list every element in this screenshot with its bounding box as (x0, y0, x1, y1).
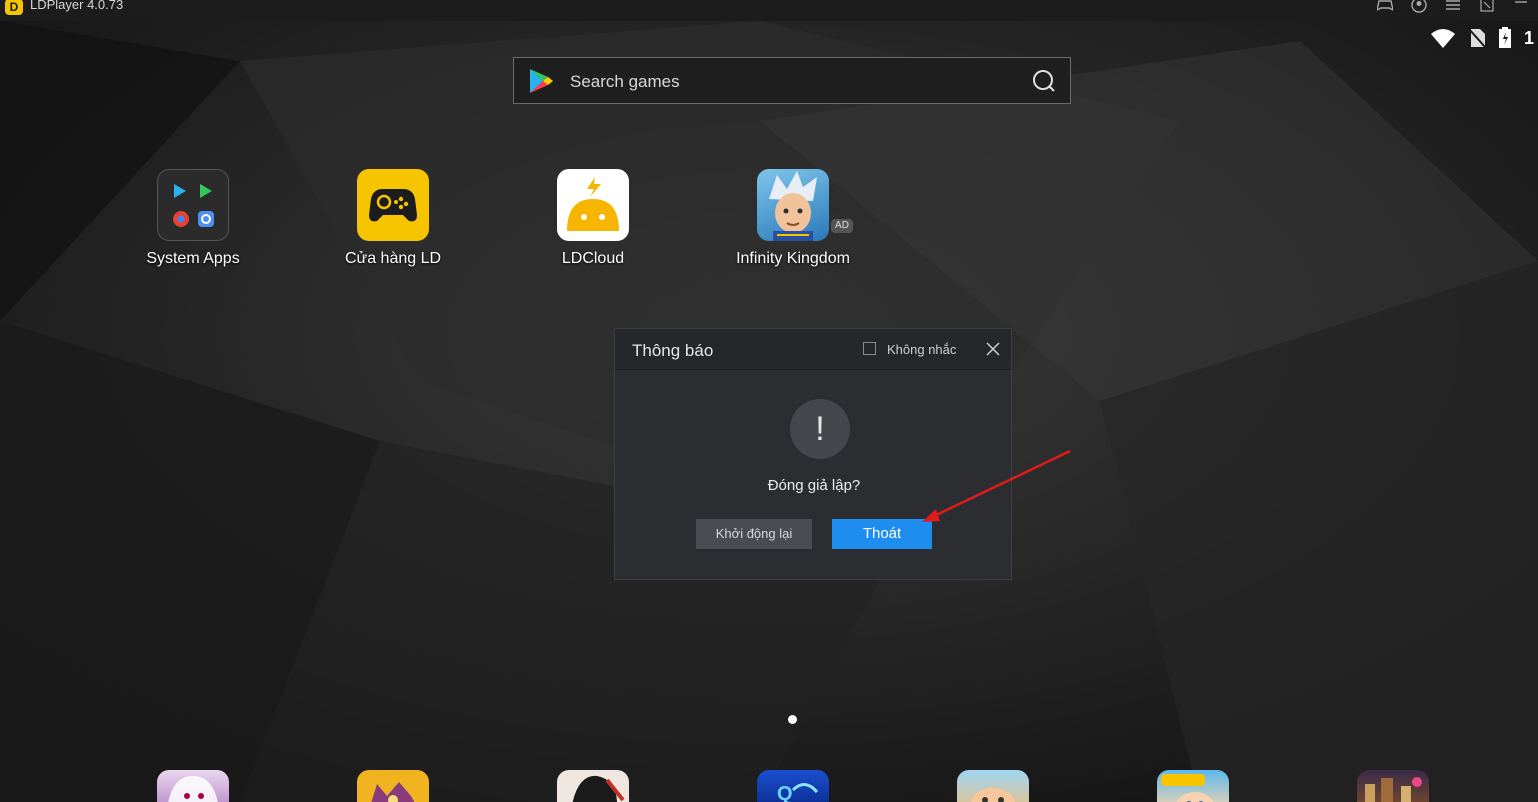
strategy-game-icon[interactable] (1357, 770, 1429, 802)
dialog-title: Thông báo (632, 341, 714, 360)
app-system-apps[interactable]: System Apps (118, 169, 268, 268)
ld-store-gamepad-icon (357, 169, 429, 241)
infinity-kingdom-icon (757, 169, 829, 241)
anime-girl-game-icon[interactable] (157, 770, 229, 802)
alert-icon: ! (790, 399, 850, 459)
gamepad-icon[interactable] (1368, 0, 1402, 14)
window-titlebar: D LDPlayer 4.0.73 (0, 0, 1538, 21)
genuine-game-icon[interactable] (1157, 770, 1229, 802)
close-icon[interactable] (983, 339, 1003, 359)
minimize-to-tray-icon[interactable] (1470, 0, 1504, 14)
android-status-bar: 1 (1430, 27, 1538, 49)
search-input[interactable]: Search games (570, 72, 680, 92)
status-clock: 1 (1524, 27, 1535, 48)
page-indicator-dot (788, 715, 797, 724)
app-infinity-kingdom[interactable]: AD Infinity Kingdom (718, 169, 868, 268)
dont-remind-checkbox[interactable] (863, 342, 876, 355)
search-games-bar[interactable]: Search games (513, 57, 1071, 104)
restart-button[interactable]: Khởi động lại (696, 519, 812, 549)
quan-game-icon[interactable]: Q (757, 770, 829, 802)
account-icon[interactable] (1402, 0, 1436, 14)
menu-icon[interactable] (1436, 0, 1470, 14)
app-ldcloud[interactable]: LDCloud (518, 169, 668, 268)
android-desktop: 1 Search games System Apps Cửa hàng LD L… (0, 21, 1538, 802)
app-ld-store[interactable]: Cửa hàng LD (318, 169, 468, 268)
exit-button[interactable]: Thoát (832, 519, 932, 549)
dialog-header: Thông báo Không nhắc (615, 329, 1011, 370)
app-label: System Apps (146, 250, 240, 267)
minimize-icon[interactable] (1504, 0, 1538, 14)
ad-badge: AD (831, 219, 853, 233)
ldplayer-logo-icon: D (5, 0, 23, 15)
battery-charging-icon (1499, 27, 1511, 48)
system-apps-folder-icon (157, 169, 229, 241)
dialog-message: Đóng giả lập? (767, 477, 861, 494)
svg-text:Q: Q (777, 783, 793, 802)
cartoon-animal-game-icon[interactable] (957, 770, 1029, 802)
ldcloud-icon (557, 169, 629, 241)
close-emulator-dialog: Thông báo Không nhắc ! Đóng giả lập? Khở… (614, 328, 1012, 580)
wifi-icon (1431, 29, 1455, 48)
no-sim-icon (1468, 28, 1486, 48)
search-icon[interactable] (1032, 69, 1056, 93)
google-play-icon (530, 69, 553, 93)
app-label: LDCloud (561, 250, 625, 267)
monster-game-icon[interactable] (357, 770, 429, 802)
martial-arts-game-icon[interactable] (557, 770, 629, 802)
dont-remind-label[interactable]: Không nhắc (887, 342, 956, 357)
window-title: LDPlayer 4.0.73 (30, 0, 124, 12)
app-label: Infinity Kingdom (736, 250, 850, 267)
app-label: Cửa hàng LD (344, 250, 442, 267)
